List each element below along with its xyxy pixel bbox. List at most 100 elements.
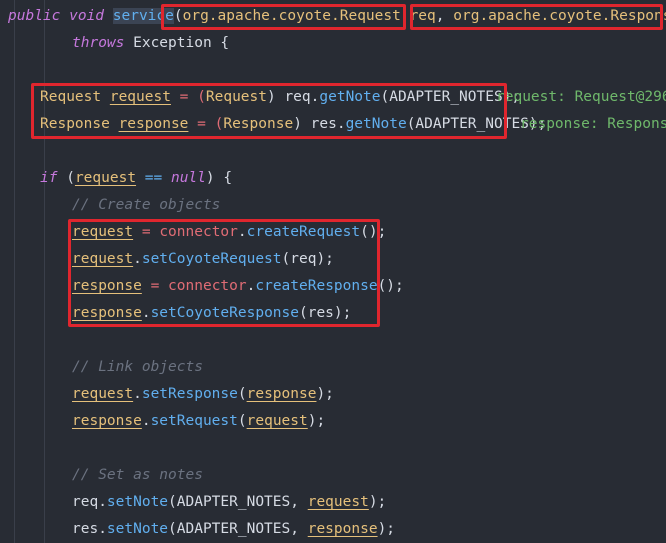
- code-token: // Set as notes: [72, 467, 203, 483]
- code-line[interactable]: request.setCoyoteRequest(req);: [0, 246, 666, 273]
- code-token: ) req.: [266, 89, 320, 105]
- code-editor[interactable]: public void service(org.apache.coyote.Re…: [0, 0, 666, 543]
- code-token: (: [237, 413, 247, 429]
- code-line[interactable]: if (request == null) {: [0, 165, 666, 192]
- code-token: request: [72, 251, 134, 267]
- code-token: setRequest: [150, 413, 238, 429]
- code-token: .: [141, 413, 151, 429]
- code-token: org.apache.coyote.Response res: [453, 8, 666, 24]
- code-token: request: [72, 386, 134, 402]
- code-token: request: [246, 413, 308, 429]
- code-line[interactable]: response = connector.createResponse();: [0, 273, 666, 300]
- code-text: req.setNote(ADAPTER_NOTES, request);: [72, 489, 386, 516]
- code-token: throws: [72, 35, 134, 51]
- code-token: (: [66, 170, 75, 186]
- code-text: request = connector.createRequest();: [72, 219, 386, 246]
- code-line[interactable]: // Set as notes: [0, 462, 666, 489]
- debugger-inline-value: response: Response@: [520, 116, 666, 132]
- code-token: setCoyoteResponse: [150, 305, 299, 321]
- code-token: res.: [72, 521, 107, 537]
- code-line[interactable]: [0, 138, 666, 165]
- code-token: .: [133, 251, 142, 267]
- code-text: if (request == null) {: [40, 165, 232, 192]
- code-line[interactable]: request.setResponse(response);: [0, 381, 666, 408]
- code-token: );: [316, 386, 334, 402]
- code-text: response.setRequest(request);: [72, 408, 325, 435]
- code-text: // Create objects: [72, 192, 220, 219]
- code-token: createResponse: [255, 278, 378, 294]
- code-line[interactable]: // Link objects: [0, 354, 666, 381]
- code-line[interactable]: request = connector.createRequest();: [0, 219, 666, 246]
- code-token: ==: [136, 170, 171, 186]
- code-token: request: [72, 224, 134, 240]
- code-token: .: [133, 386, 142, 402]
- code-text: response.setCoyoteResponse(res);: [72, 300, 351, 327]
- code-line[interactable]: throws Exception {: [0, 30, 666, 57]
- code-text: Request request = (Request) req.getNote(…: [40, 84, 520, 111]
- code-line[interactable]: res.setNote(ADAPTER_NOTES, response);: [0, 516, 666, 543]
- code-token: );: [368, 494, 387, 510]
- code-token: // Link objects: [72, 359, 203, 375]
- code-token: response: [118, 116, 189, 132]
- code-token: connector: [168, 278, 247, 294]
- code-text: request.setCoyoteRequest(req);: [72, 246, 334, 273]
- code-text: response = connector.createResponse();: [72, 273, 404, 300]
- code-token: response: [246, 386, 317, 402]
- code-text: Response response = (Response) res.getNo…: [40, 111, 546, 138]
- code-token: setNote: [106, 494, 169, 510]
- code-line[interactable]: Response response = (Response) res.getNo…: [0, 111, 666, 138]
- code-token: response: [72, 305, 142, 321]
- code-text: public void service(org.apache.coyote.Re…: [8, 3, 666, 30]
- code-line[interactable]: // Create objects: [0, 192, 666, 219]
- code-line[interactable]: Request request = (Request) req.getNote(…: [0, 84, 666, 111]
- code-token: request: [307, 494, 369, 510]
- code-token: ,: [435, 8, 454, 24]
- code-text: throws Exception {: [72, 30, 229, 57]
- code-line[interactable]: req.setNote(ADAPTER_NOTES, request);: [0, 489, 666, 516]
- code-token: if: [40, 170, 67, 186]
- code-token: Request: [40, 89, 110, 105]
- code-line[interactable]: response.setCoyoteResponse(res);: [0, 300, 666, 327]
- code-line[interactable]: [0, 57, 666, 84]
- code-token: request: [109, 89, 171, 105]
- code-token: ();: [360, 224, 387, 240]
- code-token: org.apache.coyote.Request req: [182, 8, 436, 24]
- code-token: service: [112, 8, 174, 24]
- code-token: (ADAPTER_NOTES,: [168, 521, 308, 537]
- code-token: null: [170, 170, 206, 186]
- code-text: // Set as notes: [72, 462, 203, 489]
- code-token: response: [307, 521, 378, 537]
- code-token: public void: [8, 8, 113, 24]
- code-token: (: [173, 8, 183, 24]
- code-line[interactable]: [0, 327, 666, 354]
- code-token: getNote: [345, 116, 407, 132]
- code-token: setNote: [106, 521, 169, 537]
- code-token: // Create objects: [72, 197, 221, 213]
- code-token: ) {: [205, 170, 233, 186]
- code-token: Response: [40, 116, 119, 132]
- code-token: connector: [159, 224, 238, 240]
- code-line[interactable]: response.setRequest(request);: [0, 408, 666, 435]
- code-token: = (: [170, 89, 206, 105]
- code-token: response: [72, 413, 142, 429]
- code-token: createRequest: [246, 224, 361, 240]
- code-line[interactable]: [0, 435, 666, 462]
- code-token: setResponse: [141, 386, 238, 402]
- code-token: (req);: [281, 251, 334, 267]
- code-token: .: [141, 305, 151, 321]
- code-token: ) res.: [293, 116, 346, 132]
- code-token: Exception {: [133, 35, 230, 51]
- code-text: request.setResponse(response);: [72, 381, 334, 408]
- code-token: );: [307, 413, 326, 429]
- code-token: ();: [377, 278, 404, 294]
- code-token: setCoyoteRequest: [141, 251, 282, 267]
- code-text: res.setNote(ADAPTER_NOTES, response);: [72, 516, 395, 543]
- code-token: );: [377, 521, 396, 537]
- code-token: Request: [205, 89, 267, 105]
- code-token: = (: [188, 116, 224, 132]
- code-line[interactable]: public void service(org.apache.coyote.Re…: [0, 3, 666, 30]
- code-token: response: [72, 278, 142, 294]
- code-token: getNote: [319, 89, 381, 105]
- code-token: =: [133, 224, 160, 240]
- code-token: (ADAPTER_NOTES,: [168, 494, 308, 510]
